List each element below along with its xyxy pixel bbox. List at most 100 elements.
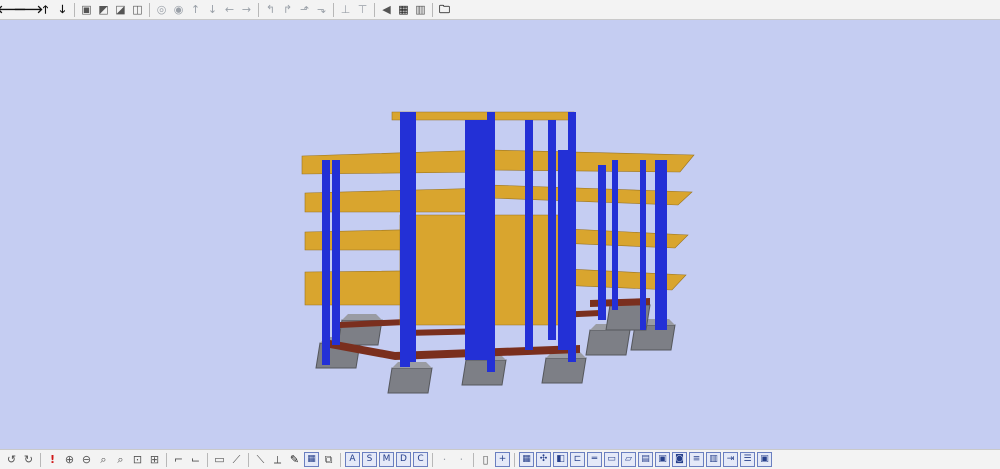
rotate-left-icon[interactable]: ↰ xyxy=(263,2,278,17)
sound-icon[interactable]: ◀ xyxy=(379,2,394,17)
zoom-in-icon[interactable]: ⊕ xyxy=(62,452,77,467)
layer-icon[interactable]: ◧ xyxy=(553,452,568,467)
draw-line-icon[interactable]: ⟋ xyxy=(229,452,244,467)
zoom-previous-icon[interactable]: ⌕ xyxy=(113,452,128,467)
elevation-icon[interactable]: ⌙ xyxy=(188,452,203,467)
beam-icon[interactable]: ═ xyxy=(587,452,602,467)
paint-icon[interactable]: ✎ xyxy=(287,452,302,467)
toolbar-separator xyxy=(166,452,167,467)
building-model[interactable] xyxy=(0,21,1000,449)
3d-viewport[interactable] xyxy=(0,21,1000,449)
toolbar-separator xyxy=(40,452,41,467)
view-front-icon[interactable]: ▣ xyxy=(79,2,94,17)
footing xyxy=(461,359,507,386)
toolbar-separator xyxy=(340,452,341,467)
orbit-left-icon[interactable]: ◎ xyxy=(154,2,169,17)
column xyxy=(612,160,618,310)
footing-top xyxy=(342,314,382,320)
stair-icon[interactable]: ≡ xyxy=(689,452,704,467)
bottom-toolbar: ↺ ↻! ⊕ ⊖ ⌕ ⌕ ⊡ ⊞ ⌐ ⌙ ▭ ⟋ ⟍ ⟂ ✎ ▦ ⧉ A S M D C · ⋅ ▯ + ▦ ✣ ◧ ⊏ ═ ▭ ▱ ▤ ▣ ◙ ≡ ▥ ⇥… xyxy=(0,449,1000,469)
foundation-icon[interactable]: ◙ xyxy=(672,452,687,467)
column xyxy=(655,160,667,330)
toolbar-separator xyxy=(248,452,249,467)
arrow-right-icon[interactable]: 🡒 xyxy=(14,2,44,17)
pan-right-icon[interactable]: → xyxy=(239,2,254,17)
pan-up-icon[interactable]: ↑ xyxy=(188,2,203,17)
zoom-window-icon[interactable]: ⌕ xyxy=(96,452,111,467)
toolbar-separator xyxy=(514,452,515,467)
frame-icon[interactable]: ⊏ xyxy=(570,452,585,467)
export-icon[interactable]: ⇥ xyxy=(723,452,738,467)
label-a-icon[interactable]: A xyxy=(345,452,360,467)
label-d-icon[interactable]: D xyxy=(396,452,411,467)
toolbar-separator xyxy=(374,2,375,17)
member-select-icon[interactable]: ⟂ xyxy=(270,452,285,467)
zoom-selection-icon[interactable]: ⊞ xyxy=(147,452,162,467)
list-icon[interactable]: ☰ xyxy=(740,452,755,467)
arrow-down-icon[interactable]: 🡓 xyxy=(55,2,70,17)
grid-toggle-icon[interactable]: ▦ xyxy=(519,452,534,467)
toolbar-separator xyxy=(473,452,474,467)
node-select-icon[interactable]: ⟍ xyxy=(253,452,268,467)
column xyxy=(332,160,340,345)
toolbar-separator xyxy=(432,2,433,17)
dim-two-icon[interactable]: ⋅ xyxy=(454,452,469,467)
toolbar-separator xyxy=(333,2,334,17)
snap-icon[interactable]: ✣ xyxy=(536,452,551,467)
toolbar-separator xyxy=(207,452,208,467)
structural-model xyxy=(301,111,695,394)
floor-slab xyxy=(391,111,575,121)
view-side-icon[interactable]: ◩ xyxy=(96,2,111,17)
footing xyxy=(585,329,631,356)
zoom-out-icon[interactable]: ⊖ xyxy=(79,452,94,467)
wall-icon[interactable]: ▤ xyxy=(638,452,653,467)
zoom-extent-icon[interactable]: ⊥ xyxy=(338,2,353,17)
redo-view-icon[interactable]: ↻ xyxy=(21,452,36,467)
grid-view-icon[interactable]: ▦ xyxy=(304,452,319,467)
label-s-icon[interactable]: S xyxy=(362,452,377,467)
orbit-right-icon[interactable]: ◉ xyxy=(171,2,186,17)
floor-plan-icon[interactable]: ⌐ xyxy=(171,452,186,467)
column xyxy=(548,120,556,340)
column xyxy=(525,120,533,350)
toolbar-separator xyxy=(432,452,433,467)
label-c-icon[interactable]: C xyxy=(413,452,428,467)
column xyxy=(408,112,416,362)
opening-icon[interactable]: ▣ xyxy=(655,452,670,467)
column xyxy=(322,160,330,365)
print-icon[interactable]: ▣ xyxy=(757,452,772,467)
top-toolbar: 🡐 🡒 🡑 🡓 ▣ ◩ ◪ ◫ ◎ ◉ ↑ ↓ ← → ↰ ↱ ⬏ ⬎ ⊥ ⊤ ◀ ▦ ▥ 🗀 xyxy=(0,0,1000,20)
table-icon[interactable]: ▥ xyxy=(706,452,721,467)
copy-view-icon[interactable]: ⧉ xyxy=(321,452,336,467)
view-iso-icon[interactable]: ◫ xyxy=(130,2,145,17)
column xyxy=(465,120,487,360)
column xyxy=(598,165,606,320)
undo-view-icon[interactable]: ↺ xyxy=(4,452,19,467)
view-top-icon[interactable]: ◪ xyxy=(113,2,128,17)
alert-icon[interactable]: ! xyxy=(45,452,60,467)
dim-one-icon[interactable]: · xyxy=(437,452,452,467)
measure-icon[interactable]: ▭ xyxy=(212,452,227,467)
label-m-icon[interactable]: M xyxy=(379,452,394,467)
footing-top xyxy=(392,362,432,368)
footing xyxy=(387,367,433,394)
bar-chart-icon[interactable]: ▥ xyxy=(413,2,428,17)
pan-left-icon[interactable]: ← xyxy=(222,2,237,17)
mouse-icon[interactable]: ▯ xyxy=(478,452,493,467)
slab-icon[interactable]: ▭ xyxy=(604,452,619,467)
toolbar-separator xyxy=(74,2,75,17)
crosshair-icon[interactable]: + xyxy=(495,452,510,467)
tilt-down-icon[interactable]: ⬎ xyxy=(314,2,329,17)
render-mode-icon[interactable]: ▦ xyxy=(396,2,411,17)
toolbar-separator xyxy=(149,2,150,17)
tilt-up-icon[interactable]: ⬏ xyxy=(297,2,312,17)
pan-down-icon[interactable]: ↓ xyxy=(205,2,220,17)
floor-slab xyxy=(301,149,491,175)
zoom-axis-icon[interactable]: ⊤ xyxy=(355,2,370,17)
zoom-all-icon[interactable]: ⊡ xyxy=(130,452,145,467)
toolbar-separator xyxy=(258,2,259,17)
arrow-up-icon[interactable]: 🡑 xyxy=(38,2,53,17)
rotate-right-icon[interactable]: ↱ xyxy=(280,2,295,17)
open-folder-icon[interactable]: 🗀 xyxy=(437,2,452,17)
panel-icon[interactable]: ▱ xyxy=(621,452,636,467)
